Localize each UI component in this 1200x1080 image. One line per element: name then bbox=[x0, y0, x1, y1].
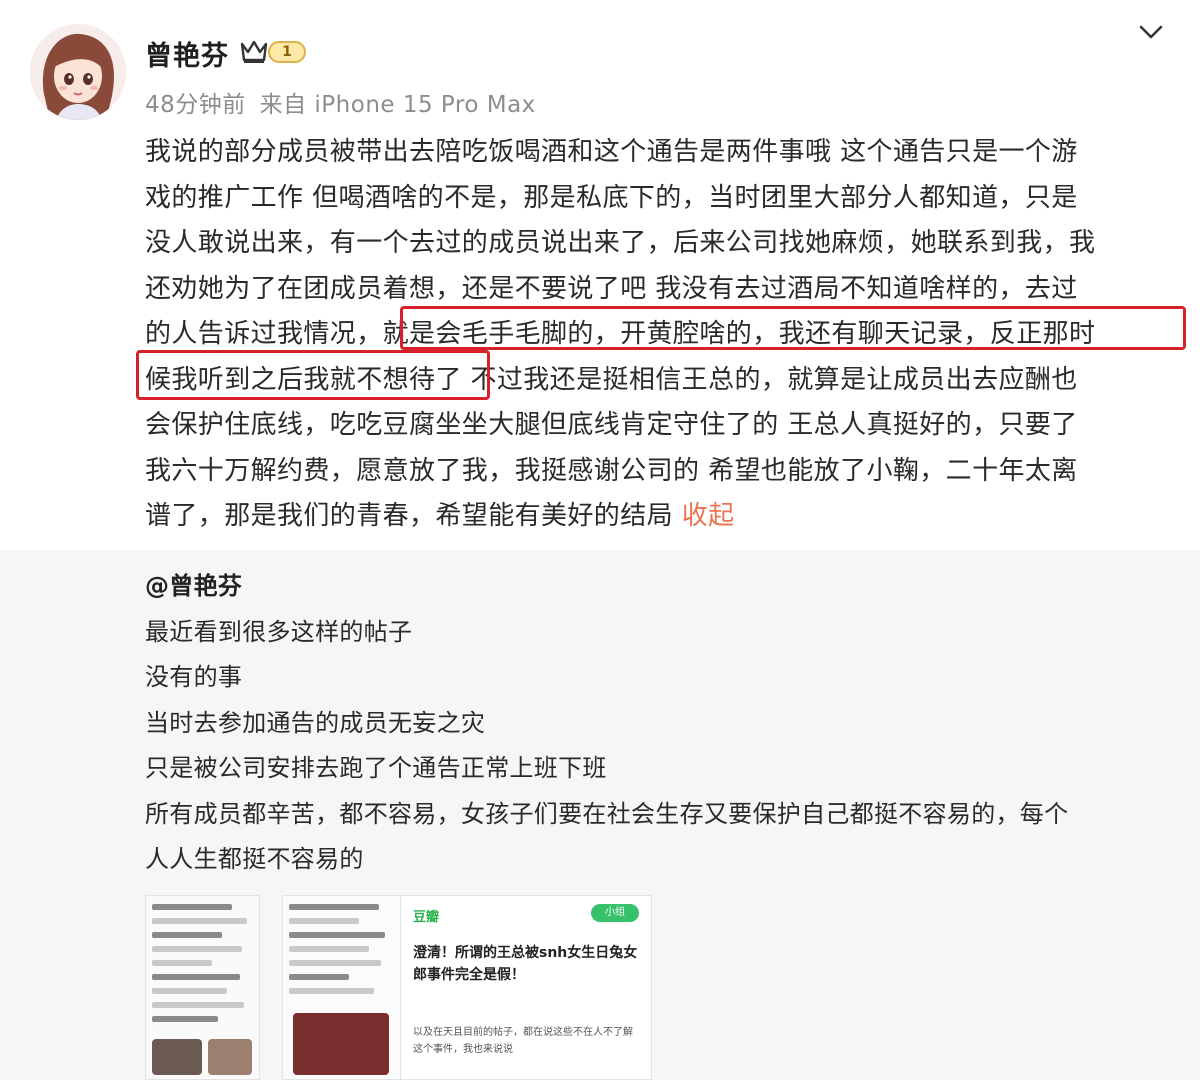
thumbnail-brand: 豆瓣 bbox=[413, 910, 440, 925]
post-line: 没人敢说出来，有一个去过的成员说出来了，后来公司找她麻烦，她联系到我，我 bbox=[145, 228, 1096, 258]
post-last-line: 谱了，那是我们的青春，希望能有美好的结局 bbox=[145, 501, 674, 531]
repost-line: 只是被公司安排去跑了个通告正常上班下班 bbox=[145, 754, 607, 782]
thumbnail-body: 以及在天且目前的帖子，都在说这些不在人不了解这个事件，我也来说说 bbox=[413, 1027, 633, 1055]
author-name[interactable]: 曾艳芬 bbox=[145, 34, 229, 73]
post-line: 我说的部分成员被带出去陪吃饭喝酒和这个通告是两件事哦 这个通告只是一个游 bbox=[145, 137, 1078, 167]
highlight-box bbox=[400, 306, 1186, 350]
thumbnail-title: 澄清！所谓的王总被snh女生日兔女郎事件完全是假！ bbox=[413, 945, 638, 983]
post-source: 来自 iPhone 15 Pro Max bbox=[259, 92, 536, 118]
image-thumbnail[interactable] bbox=[145, 895, 260, 1080]
collapse-link[interactable]: 收起 bbox=[682, 501, 735, 531]
repost-mention[interactable]: @曾艳芬 bbox=[145, 564, 1155, 610]
repost-line: 没有的事 bbox=[145, 663, 243, 691]
post-meta: 48分钟前 来自 iPhone 15 Pro Max bbox=[145, 85, 542, 119]
post-line: 会保护住底线，吃吃豆腐坐坐大腿但底线肯定守住了的 王总人真挺好的，只要了 bbox=[145, 410, 1078, 440]
repost-line: 所有成员都辛苦，都不容易，女孩子们要在社会生存又要保护自己都挺不容易的，每个 bbox=[145, 799, 1069, 828]
avatar[interactable] bbox=[30, 24, 126, 120]
chevron-down-icon[interactable] bbox=[1138, 22, 1164, 42]
repost-line: 人人生都挺不容易的 bbox=[145, 845, 364, 873]
image-thumbnail[interactable]: 豆瓣 小组 澄清！所谓的王总被snh女生日兔女郎事件完全是假！ 以及在天且目前的… bbox=[400, 895, 652, 1080]
post-line: 我六十万解约费，愿意放了我，我挺感谢公司的 希望也能放了小鞠，二十年太离 bbox=[145, 455, 1078, 486]
post-line: 戏的推广工作 但喝酒啥的不是，那是私底下的，当时团里大部分人都知道，只是 bbox=[145, 182, 1078, 213]
image-grid: 豆瓣 小组 澄清！所谓的王总被snh女生日兔女郎事件完全是假！ 以及在天且目前的… bbox=[145, 895, 655, 1080]
repost-line: 最近看到很多这样的帖子 bbox=[145, 617, 413, 646]
crown-icon bbox=[240, 40, 268, 63]
post-time: 48分钟前 bbox=[145, 92, 246, 118]
level-badge: 1 bbox=[268, 41, 306, 63]
image-thumbnail[interactable] bbox=[282, 895, 402, 1080]
thumbnail-tag: 小组 bbox=[591, 904, 639, 922]
repost-body: @曾艳芬 最近看到很多这样的帖子 没有的事 当时去参加通告的成员无妄之灾 只是被… bbox=[145, 564, 1155, 883]
highlight-box bbox=[136, 350, 490, 400]
post-line: 谱了，那是我们的青春，希望能有美好的结局 收起 bbox=[145, 494, 1155, 540]
repost-line: 当时去参加通告的成员无妄之灾 bbox=[145, 708, 486, 737]
